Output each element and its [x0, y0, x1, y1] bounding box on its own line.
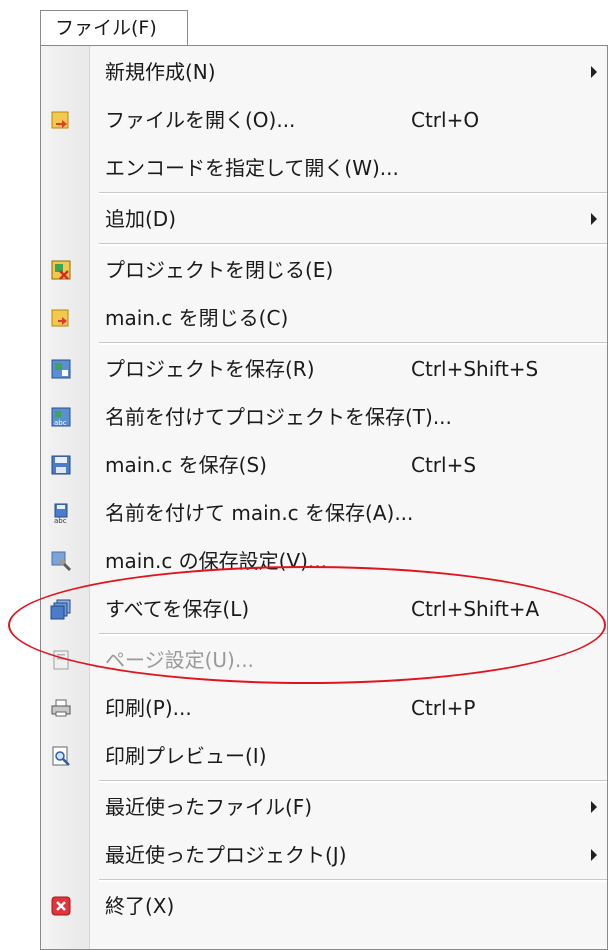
menu-item-print-preview[interactable]: 印刷プレビュー(I) — [41, 732, 607, 780]
svg-text:abc: abc — [54, 419, 67, 427]
menu-item-add[interactable]: 追加(D) — [41, 195, 607, 243]
save-settings-icon — [50, 550, 72, 572]
menu-item-label: main.c を保存(S) — [105, 453, 267, 477]
menu-item-label: プロジェクトを閉じる(E) — [105, 258, 334, 282]
menu-item-label: 追加(D) — [105, 207, 177, 231]
menu-item-label: プロジェクトを保存(R) — [105, 357, 315, 381]
menu-item-save-settings[interactable]: main.c の保存設定(V)... — [41, 537, 607, 585]
save-icon — [50, 454, 72, 476]
menu-item-label: 名前を付けてプロジェクトを保存(T)... — [105, 405, 452, 429]
menu-item-shortcut: Ctrl+O — [411, 108, 480, 132]
menu-item-recent-projects[interactable]: 最近使ったプロジェクト(J) — [41, 831, 607, 879]
menu-item-label: ファイルを開く(O)... — [105, 108, 296, 132]
svg-text:abc: abc — [54, 517, 67, 524]
menu-item-close-project[interactable]: プロジェクトを閉じる(E) — [41, 246, 607, 294]
save-all-icon — [50, 598, 72, 620]
file-menu-tab[interactable]: ファイル(F) — [40, 10, 188, 46]
save-project-as-icon: abc — [50, 406, 72, 428]
menu-item-save-project-as[interactable]: abc 名前を付けてプロジェクトを保存(T)... — [41, 393, 607, 441]
menu-item-label: 印刷プレビュー(I) — [105, 744, 267, 768]
save-as-icon: abc — [50, 502, 72, 525]
menu-item-label: 名前を付けて main.c を保存(A)... — [105, 501, 414, 525]
menu-item-new[interactable]: 新規作成(N) — [41, 48, 607, 96]
menu-item-open-with-encoding[interactable]: エンコードを指定して開く(W)... — [41, 144, 607, 192]
menu-item-print[interactable]: 印刷(P)... Ctrl+P — [41, 684, 607, 732]
menu-item-label: 終了(X) — [105, 894, 175, 918]
menu-item-label: すべてを保存(L) — [105, 597, 250, 621]
menu-item-label: main.c を閉じる(C) — [105, 306, 289, 330]
submenu-arrow-icon — [591, 849, 597, 861]
menu-item-recent-files[interactable]: 最近使ったファイル(F) — [41, 783, 607, 831]
print-icon — [50, 697, 72, 719]
menu-item-shortcut: Ctrl+Shift+A — [411, 597, 540, 621]
menu-item-save-file-as[interactable]: abc 名前を付けて main.c を保存(A)... — [41, 489, 607, 537]
print-preview-icon — [50, 745, 72, 767]
menu-item-open-file[interactable]: ファイルを開く(O)... Ctrl+O — [41, 96, 607, 144]
menu-item-label: 最近使ったファイル(F) — [105, 795, 313, 819]
menu-item-shortcut: Ctrl+Shift+S — [411, 357, 539, 381]
submenu-arrow-icon — [591, 801, 597, 813]
menu-item-exit[interactable]: 終了(X) — [41, 882, 607, 930]
menu-item-label: 新規作成(N) — [105, 60, 216, 84]
page-setup-icon — [50, 649, 72, 671]
menu-item-label: ページ設定(U)... — [105, 648, 254, 672]
menu-item-close-file[interactable]: main.c を閉じる(C) — [41, 294, 607, 342]
menu-item-label: 最近使ったプロジェクト(J) — [105, 843, 347, 867]
menu-item-save-project[interactable]: プロジェクトを保存(R) Ctrl+Shift+S — [41, 345, 607, 393]
close-file-icon — [50, 307, 72, 329]
save-project-icon — [50, 358, 72, 380]
menu-item-page-setup: ページ設定(U)... — [41, 636, 607, 684]
file-menu-dropdown: 新規作成(N) ファイルを開く(O)... Ctrl+O エンコードを指定して開… — [40, 45, 608, 950]
menu-item-save-all[interactable]: すべてを保存(L) Ctrl+Shift+A — [41, 585, 607, 633]
menu-item-label: 印刷(P)... — [105, 696, 192, 720]
menu-item-label: エンコードを指定して開く(W)... — [105, 156, 399, 180]
menu-item-shortcut: Ctrl+P — [411, 696, 476, 720]
open-file-icon — [50, 109, 72, 131]
menu-item-label: main.c の保存設定(V)... — [105, 549, 328, 573]
close-project-icon — [50, 259, 72, 281]
menu-item-shortcut: Ctrl+S — [411, 453, 477, 477]
exit-icon — [50, 895, 72, 917]
submenu-arrow-icon — [591, 213, 597, 225]
menu-item-save-file[interactable]: main.c を保存(S) Ctrl+S — [41, 441, 607, 489]
submenu-arrow-icon — [591, 66, 597, 78]
